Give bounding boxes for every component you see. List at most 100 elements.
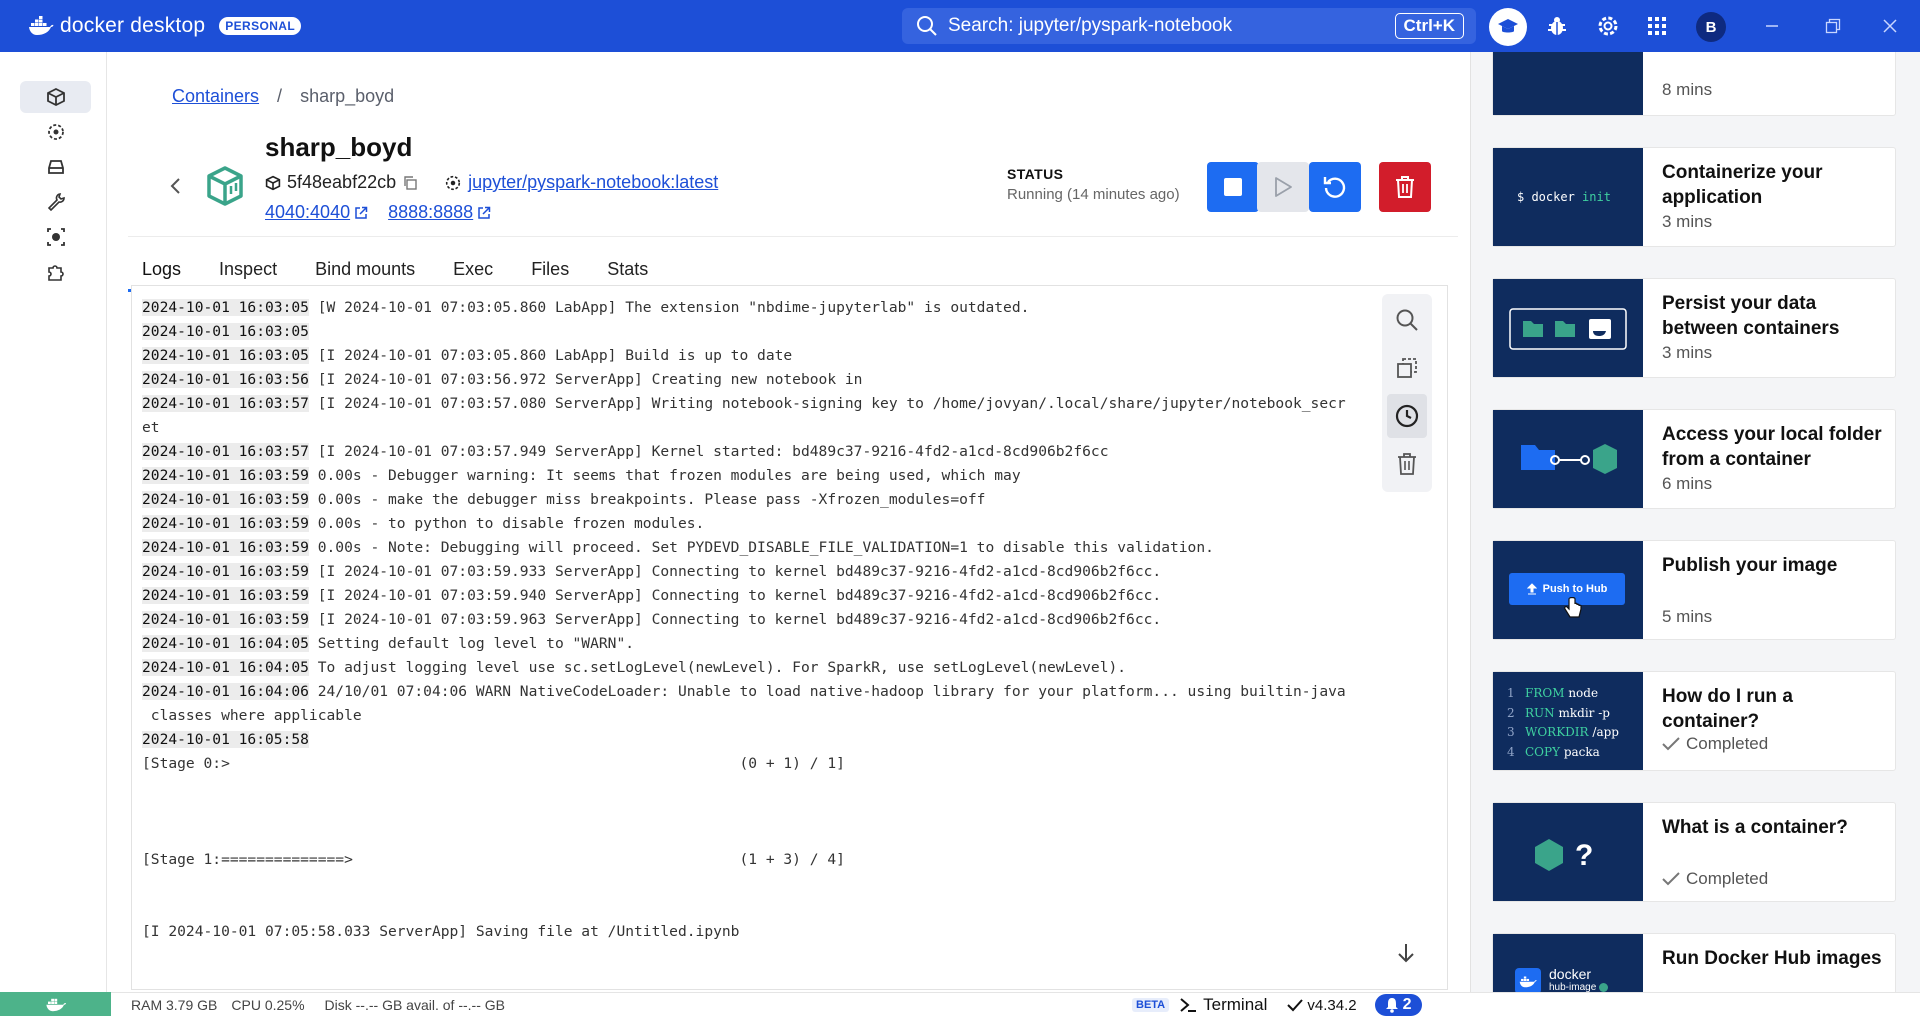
image-link[interactable]: jupyter/pyspark-notebook:latest [468, 172, 718, 193]
nav-containers[interactable] [20, 81, 91, 113]
close-button[interactable] [1878, 14, 1902, 38]
log-timestamp: 2024-10-01 16:03:59 [142, 563, 309, 580]
search-bar[interactable]: Search: jupyter/pyspark-notebook Ctrl+K [902, 8, 1476, 44]
resource-usage: RAM 3.79 GB CPU 0.25% Disk --.-- GB avai… [131, 997, 505, 1013]
learning-card[interactable]: Access your local folder from a containe… [1492, 409, 1896, 509]
log-line: 2024-10-01 16:04:06 24/10/01 07:04:06 WA… [142, 680, 1377, 704]
back-button[interactable] [168, 176, 182, 202]
log-clear-button[interactable] [1387, 442, 1427, 486]
port-link-4040[interactable]: 4040:4040 [265, 202, 368, 223]
tab-stats[interactable]: Stats [593, 250, 662, 288]
container-detail: Containers / sharp_boyd sharp_boyd 5f48e… [108, 52, 1470, 992]
beta-badge: BETA [1132, 998, 1170, 1012]
terminal-button[interactable]: Terminal [1179, 995, 1267, 1015]
folder-link-icon [1521, 444, 1617, 474]
engine-status[interactable] [0, 992, 111, 1016]
status-label: STATUS [1007, 166, 1064, 182]
notifications-button[interactable]: 2 [1374, 994, 1422, 1016]
plan-badge: PERSONAL [219, 17, 302, 35]
version-info[interactable]: v4.34.2 [1287, 996, 1357, 1014]
log-timestamp: 2024-10-01 16:04:05 [142, 635, 309, 652]
user-avatar[interactable]: B [1696, 12, 1726, 42]
nav-volumes[interactable] [20, 151, 91, 183]
log-message: [I 2024-10-01 07:03:59.963 ServerApp] Co… [308, 611, 1162, 628]
log-line: et [142, 416, 1377, 440]
minimize-icon [1766, 25, 1778, 27]
trash-icon [1398, 453, 1416, 475]
nav-extensions[interactable] [20, 256, 91, 288]
troubleshoot-button[interactable] [1541, 10, 1573, 42]
status-block: STATUS Running (14 minutes ago) [1007, 166, 1180, 203]
port-link-8888[interactable]: 8888:8888 [388, 202, 491, 223]
search-shortcut: Ctrl+K [1394, 13, 1464, 39]
restart-button[interactable] [1309, 162, 1361, 212]
learning-card[interactable]: Persist your data between containers 3 mi… [1492, 278, 1896, 378]
tab-inspect[interactable]: Inspect [205, 250, 291, 288]
nav-docker-scout[interactable] [20, 221, 91, 253]
tab-bind-mounts[interactable]: Bind mounts [301, 250, 429, 288]
container-question-icon: ? [1535, 839, 1593, 872]
log-timestamp: 2024-10-01 16:03:59 [142, 491, 309, 508]
learning-card-title: Access your local folder from a containe… [1662, 424, 1882, 470]
log-copy-button[interactable] [1387, 346, 1427, 390]
extensions-grid-button[interactable] [1641, 10, 1673, 42]
log-timestamps-toggle[interactable] [1387, 394, 1427, 438]
external-link-icon [478, 206, 491, 219]
log-message: 0.00s - to python to disable frozen modu… [308, 515, 705, 532]
log-line: [I 2024-10-01 07:05:58.033 ServerApp] Sa… [142, 920, 1377, 944]
learning-card-status: 5 mins [1662, 607, 1713, 626]
log-timestamp: 2024-10-01 16:03:59 [142, 611, 309, 628]
log-viewer[interactable]: 2024-10-01 16:03:05 [W 2024-10-01 07:03:… [131, 285, 1448, 990]
copy-icon[interactable] [402, 175, 418, 191]
folders-icon [1509, 308, 1627, 350]
tab-exec[interactable]: Exec [439, 250, 507, 288]
log-timestamp: 2024-10-01 16:03:57 [142, 395, 309, 412]
log-line: 2024-10-01 16:03:59 0.00s - make the deb… [142, 488, 1377, 512]
maximize-button[interactable] [1821, 14, 1845, 38]
learning-card[interactable]: Push to Hub Publish your image 5 mins [1492, 540, 1896, 640]
nav-images[interactable] [20, 116, 91, 148]
scroll-to-bottom-button[interactable] [1394, 941, 1418, 970]
learning-card-status: 3 mins [1662, 343, 1713, 362]
learning-card-status: 3 mins [1662, 212, 1713, 231]
start-button[interactable] [1257, 162, 1309, 212]
learning-card[interactable]: 1 FROM node 2 RUN mkdir -p 3 WORKDIR /app 4 COP… [1492, 671, 1896, 771]
version-label: v4.34.2 [1307, 996, 1357, 1014]
docker-whale-icon [29, 16, 54, 35]
bell-icon [1385, 998, 1398, 1013]
stop-button[interactable] [1207, 162, 1259, 212]
log-line: [Stage 0:> (0 + 1) / 1] [142, 752, 1377, 776]
docker-init-snippet: $ docker init [1517, 190, 1611, 204]
delete-button[interactable] [1379, 162, 1431, 212]
learning-card[interactable]: applications8 mins [1492, 52, 1896, 116]
tab-logs[interactable]: Logs [128, 250, 196, 292]
log-timestamp: 2024-10-01 16:03:05 [142, 323, 309, 340]
detail-tabs: Logs Inspect Bind mounts Exec Files Stat… [128, 250, 672, 292]
learning-card[interactable]: ? What is a container? Completed [1492, 802, 1896, 902]
learning-center-button[interactable] [1489, 8, 1527, 46]
trash-icon [1396, 176, 1414, 198]
chevron-left-icon [170, 178, 180, 194]
learning-card-status: 8 mins [1662, 80, 1713, 99]
nav-builds[interactable] [20, 186, 91, 218]
log-timestamp: 2024-10-01 16:03:57 [142, 443, 309, 460]
learning-card[interactable]: $ docker init Containerize your applicati… [1492, 147, 1896, 247]
settings-button[interactable] [1592, 10, 1624, 42]
log-message: [I 2024-10-01 07:03:59.933 ServerApp] Co… [308, 563, 1162, 580]
container-id: 5f48eabf22cb [287, 172, 397, 192]
minimize-button[interactable] [1760, 14, 1784, 38]
volumes-icon [47, 160, 64, 174]
container-meta: 5f48eabf22cb jupyter/pyspark-notebook:la… [265, 172, 718, 193]
status-value: Running (14 minutes ago) [1007, 186, 1180, 203]
tab-files[interactable]: Files [517, 250, 583, 288]
log-line: [Stage 1:==============> (1 + 3) / 4] [142, 848, 1377, 872]
log-search-button[interactable] [1387, 298, 1427, 342]
restore-icon [1825, 18, 1841, 34]
upload-icon [1526, 583, 1537, 595]
learning-card-thumbnail: $ docker init [1493, 148, 1643, 246]
breadcrumb-containers-link[interactable]: Containers [172, 86, 259, 107]
breadcrumb: Containers / sharp_boyd [172, 86, 394, 107]
